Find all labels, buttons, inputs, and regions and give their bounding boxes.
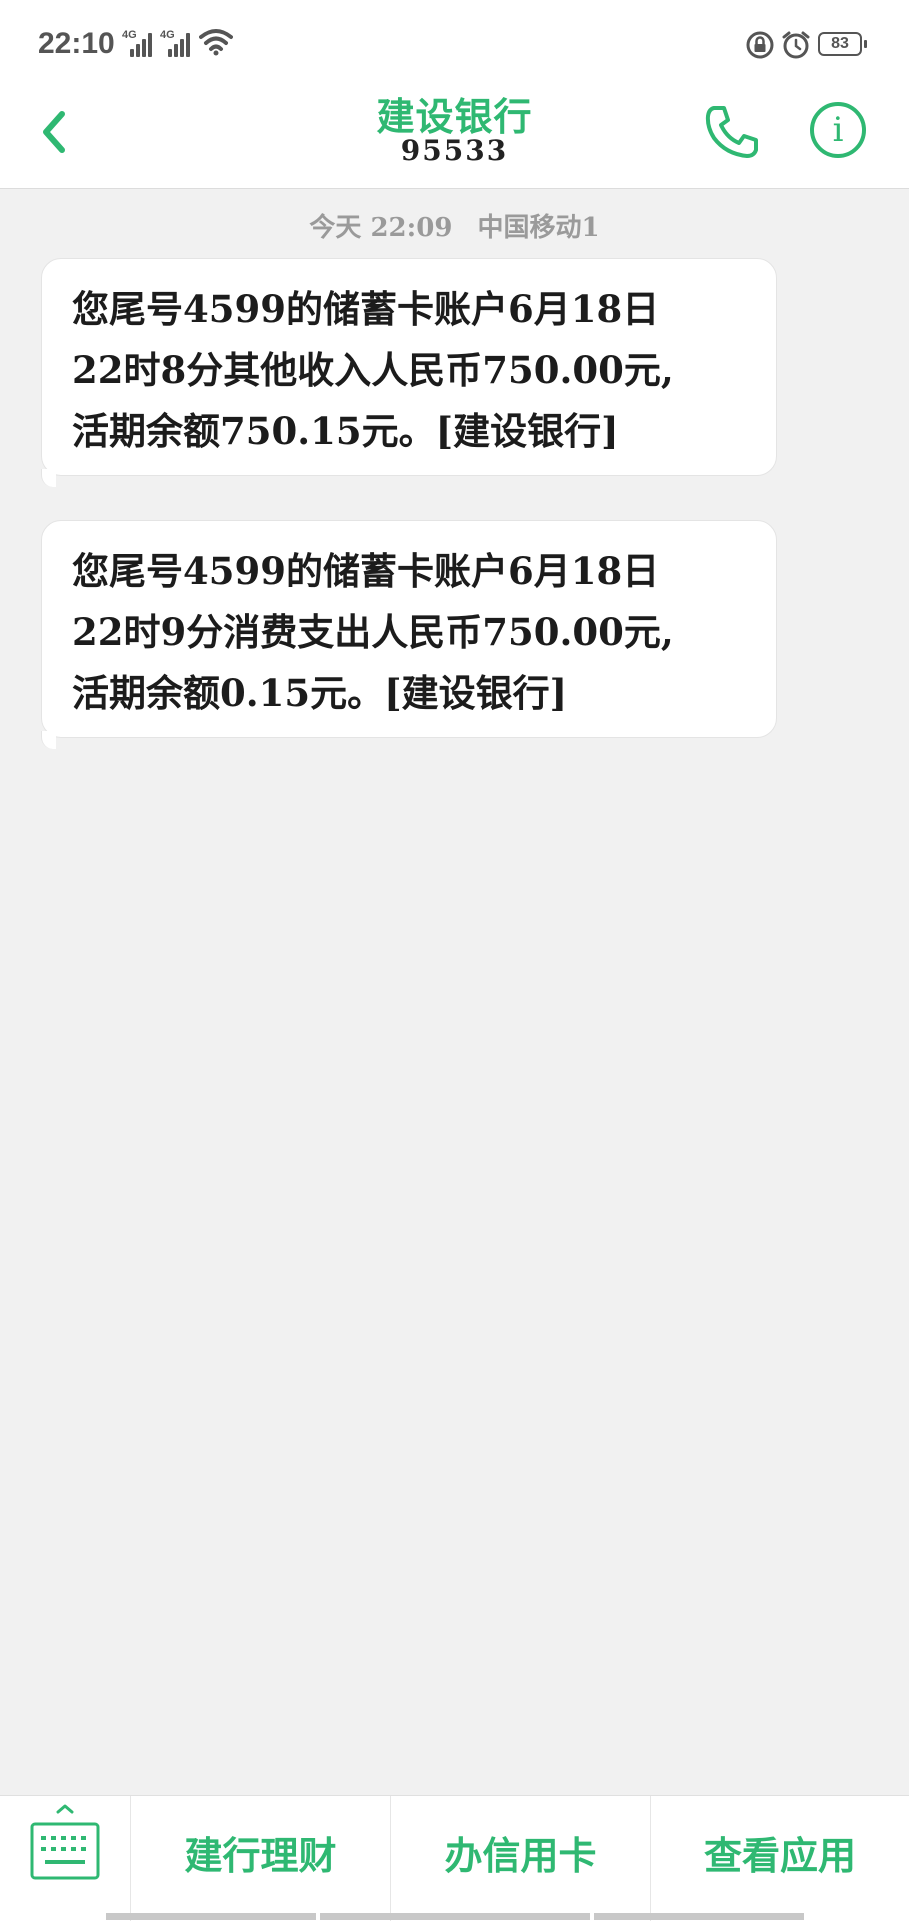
network-type-label: 4G (122, 29, 137, 41)
phone-icon[interactable] (700, 100, 764, 164)
signal-icon: 4G (122, 29, 152, 57)
message-line: 您尾号4599的储蓄卡账户6月18日 (72, 549, 660, 593)
battery-nub (864, 40, 867, 48)
conversation-header: 建设银行 95533 i (0, 82, 909, 189)
menu-item-wealth[interactable]: 建行理财 (130, 1796, 390, 1921)
message-date: 今天 22:09 (309, 213, 453, 243)
message-line: 活期余额750.15元。[建设银行] (72, 409, 619, 453)
keyboard-icon[interactable] (0, 1796, 130, 1921)
signal-icon: 4G (160, 29, 190, 57)
message-line: 您尾号4599的储蓄卡账户6月18日 (72, 287, 660, 331)
bubble-tail (41, 469, 56, 487)
status-bar: 22:10 4G 4G 83 (0, 0, 909, 82)
network-type-label: 4G (160, 29, 175, 41)
info-icon[interactable]: i (810, 102, 866, 158)
alarm-icon (782, 31, 810, 59)
wifi-icon (199, 29, 233, 56)
bottom-menu-bar: 建行理财 办信用卡 查看应用 (0, 1795, 909, 1921)
contact-number: 95533 (400, 134, 509, 167)
message-line: 活期余额0.15元。[建设银行] (72, 671, 568, 715)
menu-indicator (106, 1913, 316, 1920)
menu-indicator (594, 1913, 804, 1920)
message-bubble[interactable]: 您尾号4599的储蓄卡账户6月18日 22时8分其他收入人民币750.00元, … (41, 258, 777, 487)
message-line: 22时9分消费支出人民币750.00元, (72, 610, 674, 654)
sim-label: 中国移动1 (477, 213, 600, 243)
message-timestamp: 今天 22:09 中国移动1 (0, 207, 909, 244)
lock-icon (746, 31, 774, 59)
menu-indicator (320, 1913, 590, 1920)
bubble-tail (41, 731, 56, 749)
menu-item-credit-card[interactable]: 办信用卡 (390, 1796, 650, 1921)
contact-name: 建设银行 (376, 94, 533, 139)
menu-item-view-apps[interactable]: 查看应用 (650, 1796, 909, 1921)
battery-icon: 83 (818, 32, 862, 56)
status-time: 22:10 (38, 27, 115, 60)
message-line: 22时8分其他收入人民币750.00元, (72, 348, 674, 392)
message-bubble[interactable]: 您尾号4599的储蓄卡账户6月18日 22时9分消费支出人民币750.00元, … (41, 520, 777, 749)
